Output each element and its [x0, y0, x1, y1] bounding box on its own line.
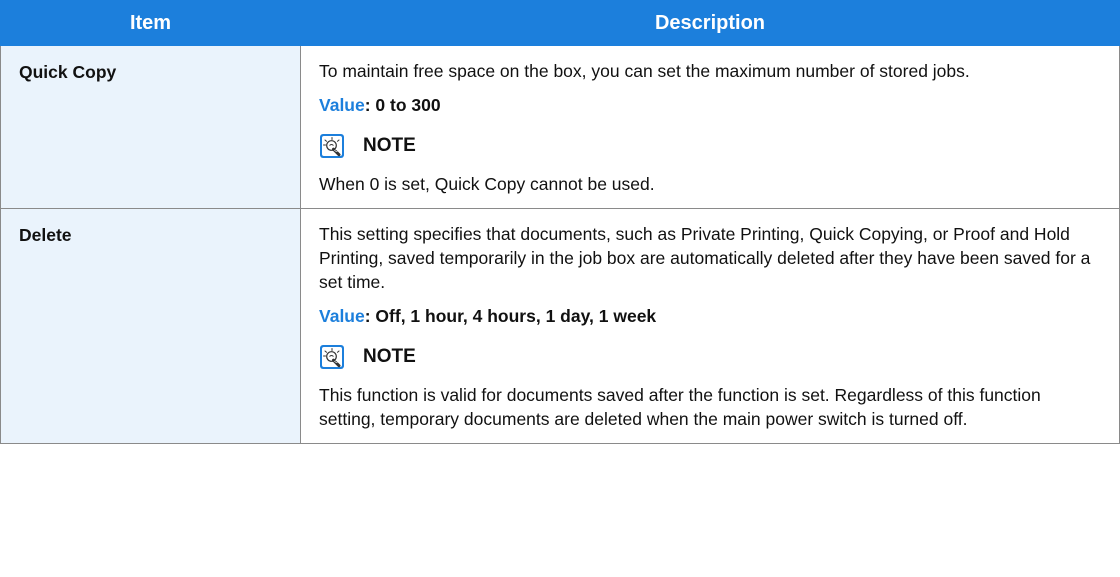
settings-table: Item Description Quick Copy To maintain … [0, 0, 1120, 444]
note-heading: NOTE [319, 344, 1101, 370]
item-name-cell: Quick Copy [0, 45, 301, 209]
value-label: Value [319, 306, 365, 326]
note-text: This function is valid for documents sav… [319, 385, 1041, 429]
note-label: NOTE [363, 346, 416, 367]
description-cell: This setting specifies that documents, s… [300, 208, 1120, 444]
value-text: : 0 to 300 [364, 95, 441, 115]
value-line: Value: 0 to 300 [319, 93, 1101, 117]
value-text: : Off, 1 hour, 4 hours, 1 day, 1 week [364, 306, 657, 326]
note-lightbulb-icon [320, 345, 344, 369]
item-name-cell: Delete [0, 208, 301, 444]
description-column-header: Description [300, 0, 1120, 46]
description-text: To maintain free space on the box, you c… [319, 61, 970, 81]
note-text: When 0 is set, Quick Copy cannot be used… [319, 174, 655, 194]
table-header-row: Item Description [0, 0, 1120, 46]
note-label: NOTE [363, 135, 416, 156]
description-text: This setting specifies that documents, s… [319, 224, 1091, 292]
note-heading: NOTE [319, 133, 1101, 159]
item-column-header: Item [0, 0, 301, 46]
table-row-quick-copy: Quick Copy To maintain free space on the… [0, 45, 1120, 209]
table-row-delete: Delete This setting specifies that docum… [0, 208, 1120, 444]
value-line: Value: Off, 1 hour, 4 hours, 1 day, 1 we… [319, 304, 1101, 328]
description-cell: To maintain free space on the box, you c… [300, 45, 1120, 209]
value-label: Value [319, 95, 365, 115]
note-lightbulb-icon [320, 134, 344, 158]
